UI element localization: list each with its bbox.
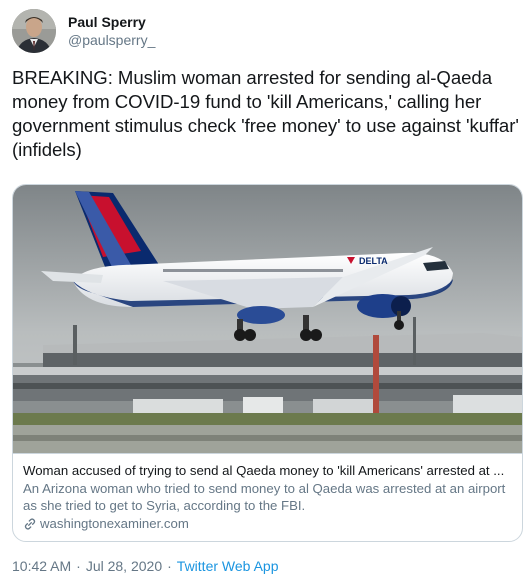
tweet-source-app[interactable]: Twitter Web App <box>177 557 279 575</box>
author-names: Paul Sperry @paulsperry_ <box>68 13 155 49</box>
card-title[interactable]: Woman accused of trying to send al Qaeda… <box>23 462 512 479</box>
card-description: An Arizona woman who tried to send money… <box>23 481 506 513</box>
link-card[interactable]: DELTA Woman accused of trying to send al… <box>12 184 523 542</box>
tweet: Paul Sperry @paulsperry_ BREAKING: Musli… <box>0 0 532 582</box>
tweet-header: Paul Sperry @paulsperry_ <box>12 8 155 54</box>
link-icon <box>24 517 36 530</box>
avatar[interactable] <box>12 9 56 53</box>
tweet-text: BREAKING: Muslim woman arrested for send… <box>12 67 519 160</box>
author-handle[interactable]: @paulsperry_ <box>68 31 155 49</box>
airplane-livery-text: DELTA <box>359 256 388 266</box>
tweet-footer: 10:42 AM · Jul 28, 2020 · Twitter Web Ap… <box>12 557 278 575</box>
card-domain-row: washingtonexaminer.com <box>23 515 512 532</box>
footer-separator: · <box>76 558 81 574</box>
tweet-time[interactable]: 10:42 AM <box>12 557 71 575</box>
author-display-name[interactable]: Paul Sperry <box>68 13 155 31</box>
avatar-image <box>12 9 56 53</box>
card-domain: washingtonexaminer.com <box>40 516 189 531</box>
footer-separator-2: · <box>167 558 172 574</box>
tweet-date[interactable]: Jul 28, 2020 <box>86 557 162 575</box>
card-image[interactable]: DELTA <box>13 185 522 453</box>
card-body: Woman accused of trying to send al Qaeda… <box>13 453 522 540</box>
